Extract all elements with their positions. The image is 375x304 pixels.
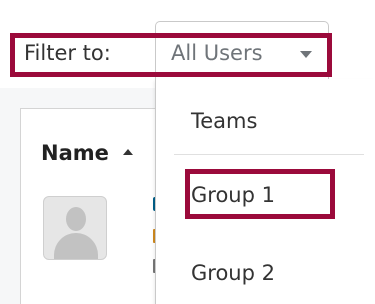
avatar-body-shape: [54, 233, 98, 259]
avatar-head-shape: [66, 207, 86, 231]
dropdown-item-group-1[interactable]: Group 1: [191, 181, 275, 209]
classlist-panel: Filter to: All Users Name Teams Group 1 …: [0, 0, 375, 304]
caret-down-icon: [300, 51, 312, 58]
filter-select[interactable]: All Users: [155, 21, 329, 79]
column-header-name[interactable]: Name: [41, 139, 109, 167]
sort-ascending-icon[interactable]: [123, 149, 133, 155]
filter-label: Filter to:: [24, 41, 111, 65]
dropdown-item-teams[interactable]: Teams: [191, 107, 257, 135]
filter-select-value: All Users: [171, 41, 263, 65]
dropdown-item-group-2[interactable]: Group 2: [191, 259, 275, 287]
filter-dropdown-menu: Teams Group 1 Group 2: [155, 79, 375, 304]
avatar: [43, 196, 107, 260]
dropdown-divider: [174, 154, 364, 155]
filter-bar: Filter to: All Users: [0, 0, 375, 88]
